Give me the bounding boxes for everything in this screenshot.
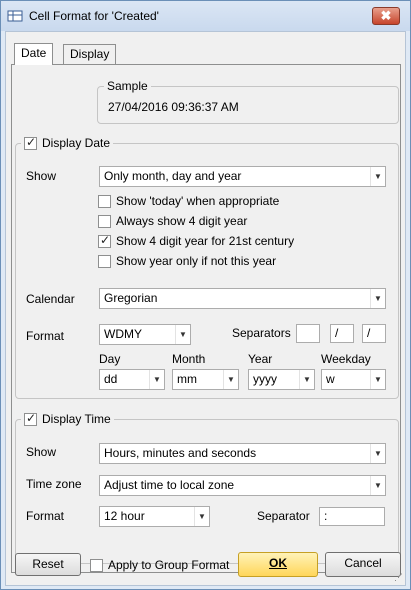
option-4digit-21st[interactable]: Show 4 digit year for 21st century [98,233,295,248]
apply-group-format-checkbox[interactable] [90,558,103,572]
date-format-select[interactable]: WDMY ▼ [99,324,191,345]
time-separator-value: : [324,509,328,523]
display-date-label: Display Date [42,136,111,150]
timezone-value: Adjust time to local zone [104,478,235,492]
timezone-select[interactable]: Adjust time to local zone ▼ [99,475,386,496]
year-value: yyyy [253,372,277,386]
sample-value: 27/04/2016 09:36:37 AM [108,100,239,114]
chevron-down-icon: ▼ [370,444,385,463]
day-label: Day [99,352,121,366]
option-show-today-checkbox[interactable] [98,194,111,208]
weekday-select[interactable]: w ▼ [321,369,386,390]
option-4digit-21st-checkbox[interactable] [98,233,111,248]
cancel-button[interactable]: Cancel [325,552,401,577]
time-format-select[interactable]: 12 hour ▼ [99,506,210,527]
month-select[interactable]: mm ▼ [172,369,239,390]
option-always-4digit[interactable]: Always show 4 digit year [98,214,247,228]
time-format-label: Format [26,509,65,523]
resize-grip-icon[interactable]: ⋰ [394,572,403,583]
dialog-window: Cell Format for 'Created' ✖ Date Display… [0,0,411,590]
time-separator-label: Separator [257,509,310,523]
time-show-value: Hours, minutes and seconds [104,446,257,460]
display-date-legend[interactable]: Display Date [21,135,114,150]
day-value: dd [104,372,118,386]
date-show-select[interactable]: Only month, day and year ▼ [99,166,386,187]
apply-group-format[interactable]: Apply to Group Format [90,558,229,572]
tab-panel-date: Sample 27/04/2016 09:36:37 AM Display Da… [11,64,401,573]
display-time-group: Display Time Show Hours, minutes and sec… [15,411,399,564]
calendar-value: Gregorian [104,291,158,305]
reset-button[interactable]: Reset [15,553,81,576]
time-show-label: Show [26,445,57,459]
date-show-label: Show [26,169,57,183]
year-select[interactable]: yyyy ▼ [248,369,315,390]
day-select[interactable]: dd ▼ [99,369,165,390]
reset-button-label: Reset [32,557,64,571]
title-bar[interactable]: Cell Format for 'Created' ✖ [1,1,410,31]
chevron-down-icon: ▼ [370,370,385,389]
chevron-down-icon: ▼ [370,167,385,186]
display-time-legend[interactable]: Display Time [21,411,114,426]
option-always-4digit-label: Always show 4 digit year [116,214,248,228]
time-separator-input[interactable]: : [319,507,385,526]
cancel-button-label: Cancel [344,556,382,570]
tab-display-label: Display [70,47,110,61]
chevron-down-icon: ▼ [223,370,238,389]
weekday-label: Weekday [321,352,371,366]
tab-date-label: Date [21,46,47,60]
option-always-4digit-checkbox[interactable] [98,214,111,228]
month-label: Month [172,352,206,366]
tab-display[interactable]: Display [63,44,117,64]
date-show-value: Only month, day and year [104,169,242,183]
calendar-select[interactable]: Gregorian ▼ [99,288,386,309]
option-show-today[interactable]: Show 'today' when appropriate [98,194,279,208]
display-time-checkbox[interactable] [24,411,37,426]
weekday-value: w [326,372,335,386]
display-date-checkbox[interactable] [24,135,37,150]
separator-input-3[interactable]: / [362,324,386,343]
ok-button-label: OK [269,556,287,570]
option-year-if-not-this[interactable]: Show year only if not this year [98,254,276,268]
window-title: Cell Format for 'Created' [29,9,159,23]
sample-group: Sample 27/04/2016 09:36:37 AM [97,79,399,124]
dialog-client: Date Display Sample 27/04/2016 09:36:37 … [5,31,406,586]
separators-label: Separators [232,326,291,340]
option-year-if-not-this-checkbox[interactable] [98,254,111,268]
sample-legend: Sample [104,79,151,93]
option-year-if-not-this-label: Show year only if not this year [116,254,277,268]
ok-button[interactable]: OK [238,552,318,577]
separator-value-3: / [367,326,371,340]
chevron-down-icon: ▼ [175,325,190,344]
chevron-down-icon: ▼ [370,289,385,308]
tab-date[interactable]: Date [14,43,54,65]
chevron-down-icon: ▼ [149,370,164,389]
calendar-label: Calendar [26,292,75,306]
display-date-group: Display Date Show Only month, day and ye… [15,135,399,399]
time-show-select[interactable]: Hours, minutes and seconds ▼ [99,443,386,464]
time-format-value: 12 hour [104,509,145,523]
chevron-down-icon: ▼ [370,476,385,495]
apply-group-format-label: Apply to Group Format [108,558,230,572]
close-icon: ✖ [380,8,392,23]
separator-value-2: / [335,326,339,340]
year-label: Year [248,352,273,366]
month-value: mm [177,372,197,386]
date-format-label: Format [26,329,65,343]
separator-input-2[interactable]: / [330,324,354,343]
chevron-down-icon: ▼ [194,507,209,526]
display-time-label: Display Time [42,412,111,426]
option-4digit-21st-label: Show 4 digit year for 21st century [116,234,295,248]
timezone-label: Time zone [26,477,82,491]
option-show-today-label: Show 'today' when appropriate [116,194,280,208]
chevron-down-icon: ▼ [299,370,314,389]
date-format-value: WDMY [104,327,142,341]
separator-input-1[interactable] [296,324,320,343]
cell-format-icon [7,10,23,22]
close-button[interactable]: ✖ [372,7,400,25]
